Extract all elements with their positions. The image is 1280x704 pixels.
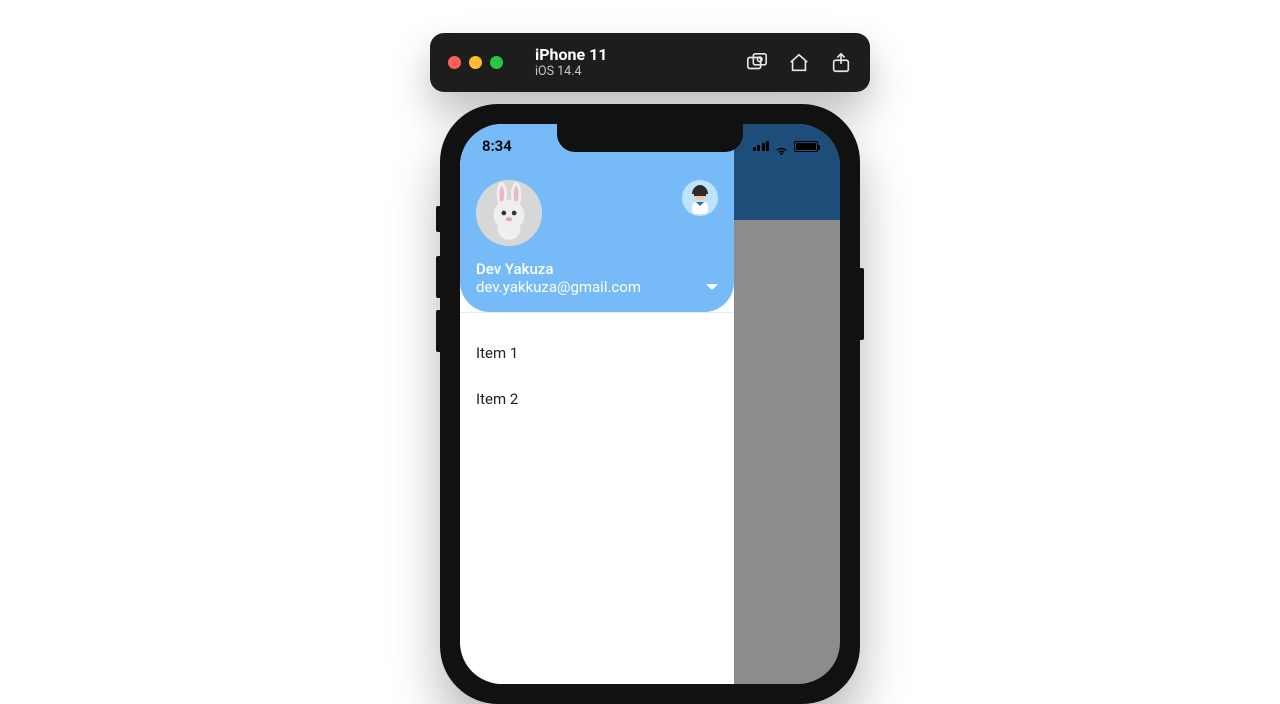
screenshot-icon[interactable] — [746, 52, 768, 74]
device-name-label: iPhone 11 — [535, 46, 607, 64]
titlebar-actions — [746, 52, 852, 74]
window-controls — [448, 56, 503, 69]
home-icon[interactable] — [788, 52, 810, 74]
chevron-down-icon[interactable] — [706, 284, 718, 290]
device-notch — [557, 124, 743, 152]
volume-down-button[interactable] — [436, 310, 440, 352]
share-icon[interactable] — [830, 52, 852, 74]
title-info: iPhone 11 iOS 14.4 — [535, 46, 607, 79]
drawer-user-name: Dev Yakuza — [476, 260, 641, 278]
battery-icon — [794, 141, 818, 152]
cellular-signal-icon — [753, 141, 770, 151]
drawer-user-email: dev.yakkuza@gmail.com — [476, 278, 641, 296]
power-button[interactable] — [860, 268, 864, 340]
secondary-avatar[interactable] — [682, 180, 718, 216]
simulator-titlebar: iPhone 11 iOS 14.4 — [430, 33, 870, 92]
drawer-item-2[interactable]: Item 2 — [460, 376, 734, 422]
fullscreen-window-button[interactable] — [490, 56, 503, 69]
drawer-item-1[interactable]: Item 1 — [460, 330, 734, 376]
status-right — [753, 141, 819, 152]
close-window-button[interactable] — [448, 56, 461, 69]
navigation-drawer[interactable]: Dev Yakuza dev.yakkuza@gmail.com Item 1 … — [460, 124, 734, 684]
primary-avatar[interactable] — [476, 180, 542, 246]
os-version-label: iOS 14.4 — [535, 65, 607, 79]
wifi-icon — [774, 141, 789, 152]
volume-up-button[interactable] — [436, 256, 440, 298]
phone-frame: 8:34 — [440, 104, 860, 704]
drawer-items-list: Item 1 Item 2 — [460, 312, 734, 440]
status-time: 8:34 — [482, 137, 512, 155]
minimize-window-button[interactable] — [469, 56, 482, 69]
phone-screen: 8:34 — [460, 124, 840, 684]
